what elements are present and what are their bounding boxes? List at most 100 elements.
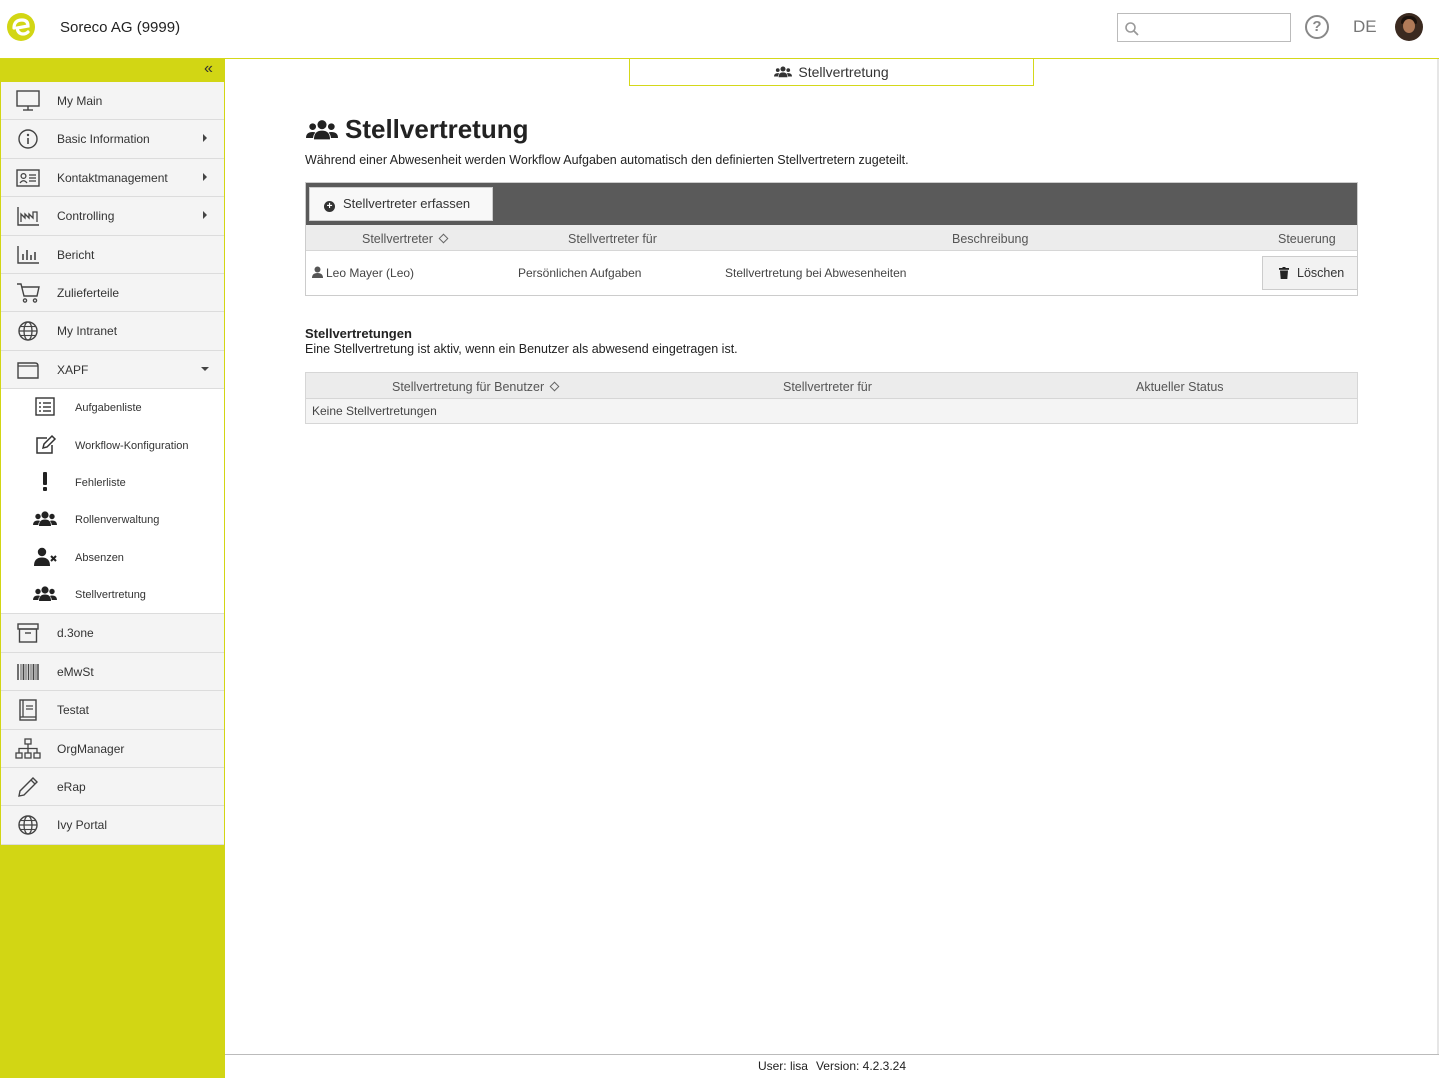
sidebar-item-testat[interactable]: Testat xyxy=(1,691,224,730)
column-header-stellvertretung-fuer-benutzer[interactable]: Stellvertretung für Benutzer xyxy=(392,380,560,394)
page-title-text: Stellvertretung xyxy=(345,114,529,144)
avatar[interactable] xyxy=(1395,13,1423,41)
sidebar-subitem-absenzen[interactable]: Absenzen xyxy=(1,539,224,576)
sidebar-item-bericht[interactable]: Bericht xyxy=(1,235,224,274)
wallet-icon xyxy=(17,362,39,379)
logo-icon[interactable] xyxy=(5,11,37,43)
sidebar-item-xapf[interactable]: XAPF xyxy=(1,350,224,390)
sidebar-subitem-label: Rollenverwaltung xyxy=(75,514,160,527)
sidebar-subitem-workflow-konfiguration[interactable]: Workflow-Konfiguration xyxy=(1,427,224,464)
sidebar-item-my-main[interactable]: My Main xyxy=(1,82,224,121)
sidebar-item-orgmanager[interactable]: OrgManager xyxy=(1,729,224,769)
sidebar-item-label: Kontaktmanagement xyxy=(57,170,168,185)
sidebar-item-d3one[interactable]: d.3one xyxy=(1,614,224,653)
delete-button-label: Löschen xyxy=(1297,266,1345,280)
chevron-down-icon xyxy=(201,366,209,371)
sidebar-item-controlling[interactable]: Controlling xyxy=(1,197,224,236)
search-input[interactable] xyxy=(1117,13,1291,42)
sidebar-item-zulieferteile[interactable]: Zulieferteile xyxy=(1,273,224,313)
sidebar-item-label: My Main xyxy=(57,94,103,108)
sort-icon[interactable] xyxy=(438,233,449,244)
cell-stellvertreter: Leo Mayer (Leo) xyxy=(312,266,414,280)
sidebar-subitem-fehlerliste[interactable]: Fehlerliste xyxy=(1,464,224,501)
barcode-icon xyxy=(17,663,39,680)
delete-button[interactable]: Löschen xyxy=(1262,256,1358,290)
company-name: Soreco AG (9999) xyxy=(60,19,181,36)
sidebar-item-label: Basic Information xyxy=(57,132,150,147)
sidebar-item-ivy-portal[interactable]: Ivy Portal xyxy=(1,806,224,845)
footer-user: User: lisa xyxy=(757,1059,808,1073)
users-icon xyxy=(306,120,338,140)
column-header-stellvertreter-fuer: Stellvertreter für xyxy=(783,380,872,394)
empty-message: Keine Stellvertretungen xyxy=(306,399,1357,423)
sidebar-item-label: d.3one xyxy=(57,626,94,641)
stellvertreter-table: + Stellvertreter erfassen Stellvertreter … xyxy=(305,182,1358,296)
users-icon xyxy=(774,66,793,78)
sidebar-subitem-label: Fehlerliste xyxy=(75,476,126,489)
sidebar-item-basic-information[interactable]: Basic Information xyxy=(1,120,224,159)
language-selector[interactable]: DE xyxy=(1353,17,1377,37)
tab-stellvertretung[interactable]: Stellvertretung xyxy=(629,59,1034,86)
sidebar-menu: My Main Basic Information Kontaktmanagem… xyxy=(1,82,224,845)
table-header: Stellvertretung für Benutzer Stellvertre… xyxy=(306,373,1357,399)
sidebar-subitem-label: Stellvertretung xyxy=(75,589,146,602)
sidebar-item-label: Zulieferteile xyxy=(57,285,120,300)
sort-icon[interactable] xyxy=(549,381,560,392)
help-icon[interactable]: ? xyxy=(1305,15,1329,39)
stellvertretungen-table: Stellvertretung für Benutzer Stellvertre… xyxy=(305,372,1358,424)
sidebar-item-kontaktmanagement[interactable]: Kontaktmanagement xyxy=(1,158,224,198)
add-button-label: Stellvertreter erfassen xyxy=(343,196,471,211)
column-header-aktueller-status: Aktueller Status xyxy=(1136,380,1224,394)
exclamation-icon xyxy=(43,471,47,491)
sidebar-subitem-label: Absenzen xyxy=(75,551,124,564)
cell-stellvertreter-fuer: Persönlichen Aufgaben xyxy=(518,266,642,280)
sidebar-subitem-stellvertretung[interactable]: Stellvertretung xyxy=(1,576,224,613)
column-header-beschreibung: Beschreibung xyxy=(952,232,1029,246)
cart-icon xyxy=(17,283,40,303)
chevron-right-icon xyxy=(203,134,207,143)
sidebar-item-erap[interactable]: eRap xyxy=(1,768,224,807)
sidebar-item-label: My Intranet xyxy=(57,324,118,339)
section-title: Stellvertretungen xyxy=(305,326,412,341)
table-toolbar: + Stellvertreter erfassen xyxy=(306,183,1357,225)
pencil-icon xyxy=(18,777,38,797)
book-icon xyxy=(19,699,37,721)
column-header-stellvertreter[interactable]: Stellvertreter xyxy=(362,232,449,246)
sidebar-item-my-intranet[interactable]: My Intranet xyxy=(1,312,224,351)
top-bar: Soreco AG (9999) ? DE xyxy=(0,0,1439,59)
search-icon xyxy=(1125,22,1139,36)
page-title: Stellvertretung xyxy=(305,114,529,145)
add-stellvertreter-button[interactable]: + Stellvertreter erfassen xyxy=(309,187,493,221)
plus-circle-icon: + xyxy=(324,201,335,212)
users-icon xyxy=(33,511,57,527)
sidebar-item-emwst[interactable]: eMwSt xyxy=(1,652,224,692)
org-chart-icon xyxy=(15,737,41,759)
column-header-steuerung: Steuerung xyxy=(1278,232,1336,246)
xapf-submenu: Aufgabenliste Workflow-Konfiguration Feh… xyxy=(1,389,224,615)
sidebar-item-label: Controlling xyxy=(57,209,115,224)
globe-icon xyxy=(18,321,38,342)
sidebar-item-label: Ivy Portal xyxy=(57,818,108,833)
users-icon xyxy=(33,586,57,602)
footer-version: Version: 4.2.3.24 xyxy=(815,1059,907,1073)
list-icon xyxy=(35,397,55,416)
table-row: Leo Mayer (Leo) Persönlichen Aufgaben St… xyxy=(306,251,1358,295)
sidebar-subitem-rollenverwaltung[interactable]: Rollenverwaltung xyxy=(1,501,224,538)
sidebar-subitem-label: Workflow-Konfiguration xyxy=(75,439,189,452)
contact-card-icon xyxy=(16,169,40,187)
sidebar-item-label: OrgManager xyxy=(57,741,125,756)
edit-icon xyxy=(36,434,57,454)
sidebar-item-label: XAPF xyxy=(57,362,89,377)
table-header: Stellvertreter Stellvertreter für Beschr… xyxy=(306,225,1357,251)
chevron-right-icon xyxy=(203,172,207,181)
user-icon xyxy=(312,266,323,278)
sidebar-subitem-label: Aufgabenliste xyxy=(75,402,142,415)
tab-label: Stellvertretung xyxy=(798,64,889,80)
bar-chart-icon xyxy=(17,245,39,264)
factory-chart-icon xyxy=(17,207,39,226)
sidebar: « My Main Basic Information Kontaktmanag… xyxy=(0,59,225,1078)
sidebar-item-label: Testat xyxy=(57,703,90,718)
sidebar-subitem-aufgabenliste[interactable]: Aufgabenliste xyxy=(1,389,224,426)
chevron-right-icon xyxy=(203,211,207,220)
collapse-sidebar-button[interactable]: « xyxy=(204,59,213,81)
